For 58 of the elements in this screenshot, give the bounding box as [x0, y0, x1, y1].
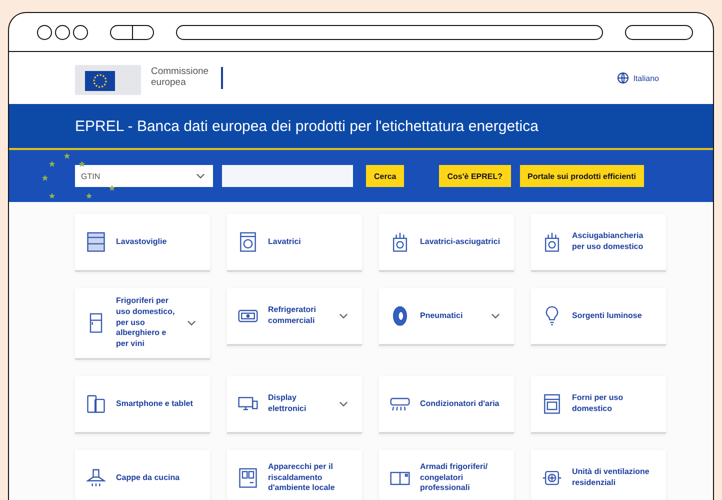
globe-icon: [617, 72, 630, 84]
language-link[interactable]: Italiano: [617, 72, 659, 84]
category-label[interactable]: Lavatrici: [268, 236, 352, 248]
category-label[interactable]: Unità di ventilazione residenziali: [572, 467, 656, 489]
menu-pill[interactable]: [625, 24, 693, 40]
hood-icon: [85, 466, 107, 489]
category-label[interactable]: Apparecchi per il riscaldamento d'ambiente locale: [268, 462, 352, 494]
heater-icon: [237, 466, 259, 489]
category-card[interactable]: Lavastoviglie: [75, 214, 210, 272]
phone-icon: [85, 392, 107, 415]
category-card[interactable]: Unità di ventilazione residenziali: [531, 450, 666, 500]
category-card[interactable]: Refrigeratori commerciali: [227, 288, 362, 346]
category-label[interactable]: Condizionatori d'aria: [420, 398, 504, 410]
category-label[interactable]: Pneumatici: [420, 310, 482, 322]
chevron-down-icon: [196, 173, 205, 179]
search-field[interactable]: [222, 165, 353, 187]
category-card[interactable]: Pneumatici: [379, 288, 514, 346]
category-card[interactable]: Smartphone e tablet: [75, 376, 210, 434]
category-label[interactable]: Cappe da cucina: [116, 472, 200, 484]
category-card[interactable]: Armadi frigoriferi/ congelatori professionali: [379, 450, 514, 500]
category-label[interactable]: Armadi frigoriferi/ congelatori professionali: [420, 462, 504, 494]
about-button[interactable]: Cos'è EPREL?: [439, 165, 510, 187]
portal-button[interactable]: Portale sui prodotti efficienti: [520, 165, 644, 187]
oven-icon: [541, 392, 563, 415]
window-control-icon[interactable]: [37, 24, 52, 40]
search-type-select[interactable]: GTIN: [75, 165, 213, 187]
category-label[interactable]: Lavatrici-asciugatrici: [420, 236, 504, 248]
search-button[interactable]: Cerca: [366, 165, 404, 187]
site-title: EPREL - Banca dati europea dei prodotti per l'etichettatura energetica: [75, 118, 538, 134]
category-card[interactable]: Frigoriferi per uso domestico, per uso alberghiero e per vini: [75, 288, 210, 360]
category-label[interactable]: Display elettronici: [268, 393, 330, 415]
navigation-buttons[interactable]: [110, 24, 154, 40]
chevron-down-icon: [491, 313, 500, 319]
category-card[interactable]: Lavatrici: [227, 214, 362, 272]
category-label[interactable]: Frigoriferi per uso domestico, per uso alberghiero e per vini: [116, 296, 178, 350]
dishwasher-icon: [85, 231, 107, 253]
chevron-down-icon: [187, 320, 196, 326]
category-card[interactable]: Sorgenti luminose: [531, 288, 666, 346]
category-card[interactable]: Condizionatori d'aria: [379, 376, 514, 434]
washer-icon: [237, 231, 259, 253]
category-label[interactable]: Lavastoviglie: [116, 236, 200, 248]
window-control-icon[interactable]: [73, 24, 88, 40]
category-card[interactable]: Asciugabiancheria per uso domestico: [531, 214, 666, 272]
address-bar[interactable]: [176, 24, 603, 40]
category-card[interactable]: Forni per uso domestico: [531, 376, 666, 434]
category-label[interactable]: Smartphone e tablet: [116, 398, 200, 410]
category-card[interactable]: Display elettronici: [227, 376, 362, 434]
logo-text: Commissione europea: [151, 67, 223, 89]
window-control-icon[interactable]: [55, 24, 70, 40]
category-label[interactable]: Sorgenti luminose: [572, 310, 656, 322]
chevron-down-icon: [339, 313, 348, 319]
category-label[interactable]: Asciugabiancheria per uso domestico: [572, 231, 656, 253]
category-label[interactable]: Forni per uso domestico: [572, 393, 656, 415]
chevron-down-icon: [339, 400, 348, 407]
category-card[interactable]: Lavatrici-asciugatrici: [379, 214, 514, 272]
category-label[interactable]: Refrigeratori commerciali: [268, 305, 330, 327]
category-card[interactable]: Cappe da cucina: [75, 450, 210, 500]
category-card[interactable]: Apparecchi per il riscaldamento d'ambiente locale: [227, 450, 362, 500]
